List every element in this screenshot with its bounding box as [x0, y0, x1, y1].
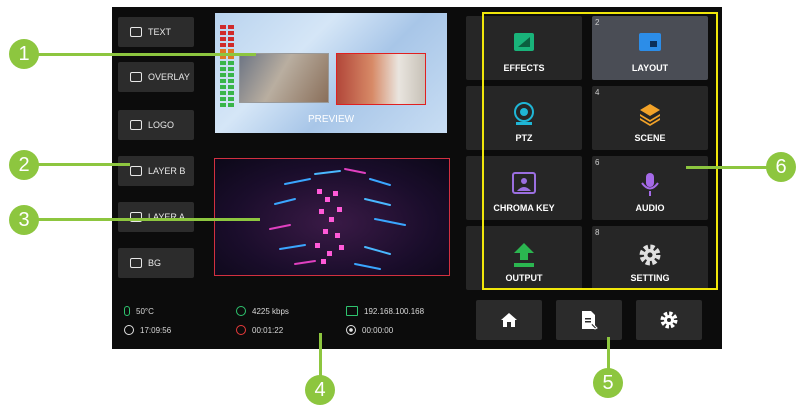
meter-segment: [228, 97, 234, 101]
meter-segment: [220, 85, 226, 89]
meter-segment: [228, 73, 234, 77]
meter-segment: [220, 103, 226, 107]
meter-segment: [220, 97, 226, 101]
record-icon: [346, 325, 356, 335]
audio-meter-preview: [220, 25, 234, 109]
home-icon: [501, 313, 517, 327]
meter-segment: [220, 79, 226, 83]
layer-button-layer-a[interactable]: LAYER A: [118, 202, 194, 232]
status-bitrate: 4225 kbps: [236, 306, 289, 316]
status-record-time: 00:00:00: [346, 325, 393, 335]
clock-value: 17:09:56: [140, 325, 172, 335]
meter-segment: [228, 37, 234, 41]
meter-segment: [228, 91, 234, 95]
logo-icon: [130, 120, 142, 130]
layer-label: LOGO: [148, 120, 175, 130]
layer-button-overlay[interactable]: OVERLAY: [118, 62, 194, 92]
stream-time-value: 00:01:22: [252, 325, 284, 335]
meter-segment: [228, 43, 234, 47]
meter-segment: [220, 43, 226, 47]
preview-window[interactable]: PREVIEW: [215, 13, 447, 133]
network-icon: [346, 306, 358, 316]
file-edit-icon: [582, 311, 598, 330]
callout-6: 6: [766, 152, 796, 182]
clock-icon: [124, 325, 134, 335]
text-icon: [130, 27, 142, 37]
layer-label: LAYER B: [148, 166, 186, 176]
home-button[interactable]: [476, 300, 542, 340]
meter-segment: [220, 67, 226, 71]
callout-2: 2: [9, 150, 39, 180]
bitrate-value: 4225 kbps: [252, 306, 289, 316]
layer-button-text[interactable]: TEXT: [118, 17, 194, 47]
meter-segment: [220, 91, 226, 95]
file-edit-button[interactable]: [556, 300, 622, 340]
preview-label: PREVIEW: [307, 114, 355, 125]
meter-segment: [228, 67, 234, 71]
status-clock: 17:09:56: [124, 325, 171, 335]
layer-button-layer-b[interactable]: LAYER B: [118, 156, 194, 186]
layer-button-logo[interactable]: LOGO: [118, 110, 194, 140]
callout-line-1: [30, 53, 256, 56]
preview-thumbnail-laptop: [239, 53, 329, 103]
status-temperature: 50°C: [124, 306, 154, 316]
settings-icon: [660, 311, 678, 329]
settings-button[interactable]: [636, 300, 702, 340]
meter-segment: [228, 31, 234, 35]
meter-segment: [228, 103, 234, 107]
meter-segment: [220, 31, 226, 35]
layer-label: OVERLAY: [148, 72, 190, 82]
highlight-box-function-panel: [482, 12, 718, 290]
meter-segment: [220, 37, 226, 41]
status-stream-time: 00:01:22: [236, 325, 283, 335]
meter-segment: [220, 61, 226, 65]
image-icon: [130, 258, 142, 268]
record-time-value: 00:00:00: [362, 325, 394, 335]
upload-speed-icon: [236, 306, 246, 316]
meter-segment: [220, 73, 226, 77]
broadcast-icon: [236, 325, 246, 335]
meter-segment: [228, 79, 234, 83]
callout-3: 3: [9, 205, 39, 235]
layer-label: TEXT: [148, 27, 172, 37]
preview-thumbnail-guitar: [336, 53, 426, 105]
ip-value: 192.168.100.168: [364, 306, 425, 316]
callout-line-3: [30, 218, 260, 221]
callout-4: 4: [305, 375, 335, 405]
meter-segment: [220, 25, 226, 29]
program-window[interactable]: [214, 158, 450, 276]
meter-segment: [228, 85, 234, 89]
meter-segment: [228, 25, 234, 29]
meter-segment: [228, 61, 234, 65]
callout-5: 5: [593, 368, 623, 398]
callout-line-2: [30, 163, 130, 166]
layer-label: BG: [148, 258, 162, 268]
layer-button-bg[interactable]: BG: [118, 248, 194, 278]
layer-b-icon: [130, 166, 142, 176]
status-ip: 192.168.100.168: [346, 306, 424, 316]
temperature-value: 50°C: [136, 306, 154, 316]
callout-1: 1: [9, 39, 39, 69]
overlay-icon: [130, 72, 142, 82]
thermometer-icon: [124, 306, 130, 316]
callout-line-6: [686, 166, 770, 169]
